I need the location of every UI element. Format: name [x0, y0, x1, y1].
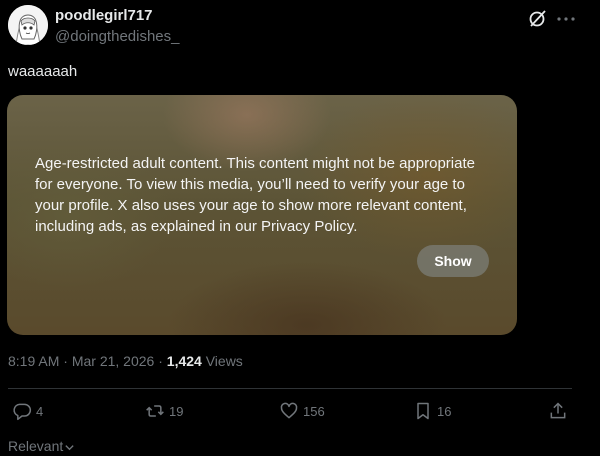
views-count: 1,424 — [166, 353, 202, 369]
sensitive-media: Age-restricted adult content. This conte… — [7, 95, 517, 335]
repost-count: 19 — [169, 403, 184, 419]
divider — [8, 388, 572, 389]
post-metadata: 8:19 AM · Mar 21, 2026 · 1,424 Views — [8, 353, 243, 369]
views-label: Views — [205, 353, 243, 369]
user-handle[interactable]: @doingthedishes_ — [55, 28, 179, 45]
post-date[interactable]: Mar 21, 2026 — [72, 353, 155, 369]
meta-separator-2: · — [158, 353, 163, 369]
grok-icon[interactable] — [528, 9, 548, 29]
like-count: 156 — [303, 403, 325, 419]
avatar[interactable] — [8, 5, 48, 45]
reply-button[interactable]: 4 — [12, 401, 43, 421]
show-media-button[interactable]: Show — [417, 245, 489, 277]
chevron-down-icon — [65, 444, 74, 451]
share-icon — [550, 402, 566, 419]
share-button[interactable] — [548, 401, 568, 421]
like-button[interactable]: 156 — [279, 401, 325, 421]
display-name[interactable]: poodlegirl717 — [55, 7, 153, 24]
post-time[interactable]: 8:19 AM — [8, 353, 59, 369]
repost-button[interactable]: 19 — [145, 401, 183, 421]
more-options-icon[interactable] — [555, 9, 577, 29]
reply-icon — [13, 403, 32, 421]
reply-sort-dropdown[interactable]: Relevant — [8, 438, 75, 454]
post-header: poodlegirl717 @doingthedishes_ — [8, 5, 588, 47]
repost-icon — [146, 405, 164, 417]
meta-separator: · — [63, 353, 68, 369]
bookmark-icon — [417, 402, 429, 420]
bookmark-button[interactable]: 16 — [413, 401, 451, 421]
age-restriction-warning: Age-restricted adult content. This conte… — [35, 155, 475, 235]
avatar-image — [8, 5, 48, 45]
bookmark-count: 16 — [437, 403, 452, 419]
reply-count: 4 — [36, 403, 44, 419]
sort-label: Relevant — [8, 438, 64, 454]
heart-icon — [280, 402, 298, 419]
post-text: waaaaaah — [8, 63, 78, 80]
action-bar: 4 19 156 16 — [0, 401, 600, 427]
